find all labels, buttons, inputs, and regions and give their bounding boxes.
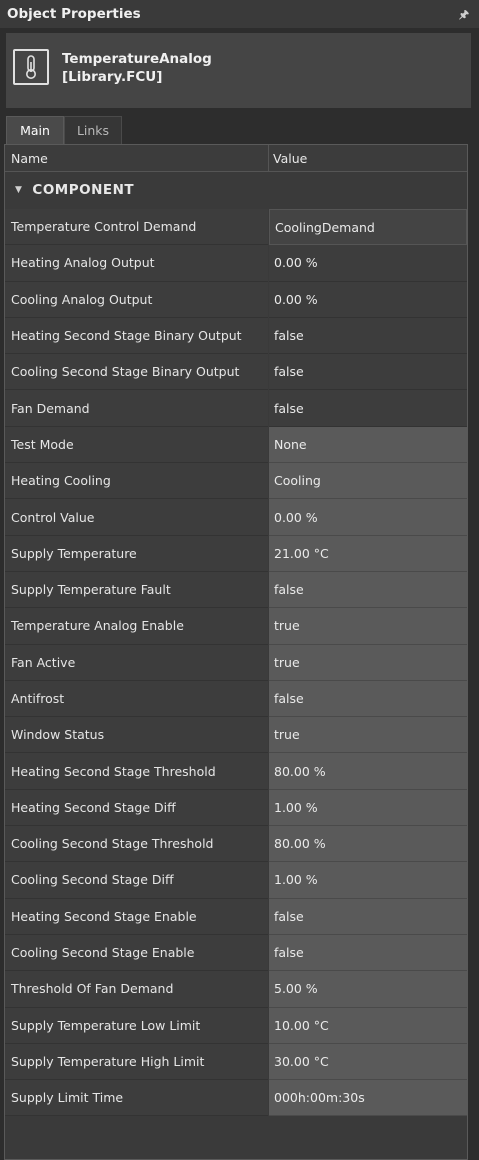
- property-value[interactable]: 1.00 %: [269, 789, 467, 827]
- property-name: Fan Active: [5, 644, 268, 681]
- property-value[interactable]: true: [269, 717, 467, 754]
- property-name: Supply Temperature Low Limit: [5, 1007, 268, 1044]
- property-value[interactable]: 10.00 °C: [269, 1007, 467, 1044]
- grid-header: Name Value: [5, 145, 467, 172]
- property-name: Heating Second Stage Diff: [5, 789, 268, 827]
- tab-main[interactable]: Main: [6, 116, 64, 144]
- property-name: Cooling Second Stage Threshold: [5, 826, 268, 863]
- property-row[interactable]: Test Mode None: [5, 426, 467, 464]
- property-value[interactable]: false: [269, 898, 467, 935]
- property-value[interactable]: 1.00 %: [269, 862, 467, 899]
- property-name: Temperature Control Demand: [5, 209, 268, 246]
- property-name: Test Mode: [5, 426, 268, 464]
- property-name: Supply Temperature: [5, 535, 268, 572]
- property-value: 0.00 %: [269, 245, 467, 282]
- property-value[interactable]: 5.00 %: [269, 971, 467, 1008]
- property-value: false: [269, 317, 467, 355]
- property-value: false: [269, 390, 467, 427]
- property-row[interactable]: Heating Analog Output 0.00 %: [5, 245, 467, 282]
- property-value[interactable]: true: [269, 608, 467, 645]
- column-header-value[interactable]: Value: [273, 151, 307, 166]
- property-value[interactable]: 000h:00m:30s: [269, 1080, 467, 1117]
- property-name: Heating Cooling: [5, 463, 268, 500]
- property-row[interactable]: Antifrost false: [5, 680, 467, 718]
- property-name: Cooling Second Stage Enable: [5, 934, 268, 972]
- property-name: Heating Analog Output: [5, 245, 268, 282]
- property-name: Cooling Second Stage Diff: [5, 862, 268, 899]
- property-row[interactable]: Heating Second Stage Diff 1.00 %: [5, 789, 467, 827]
- category-component[interactable]: ▼ COMPONENT: [5, 172, 467, 208]
- object-properties-panel: Object Properties 🖈 TemperatureAnalog [L…: [0, 0, 479, 1160]
- chevron-down-icon[interactable]: ▼: [15, 185, 22, 195]
- property-row[interactable]: Cooling Second Stage Diff 1.00 %: [5, 862, 467, 899]
- property-row[interactable]: Threshold Of Fan Demand 5.00 %: [5, 971, 467, 1008]
- property-name: Heating Second Stage Threshold: [5, 753, 268, 790]
- property-row[interactable]: Supply Temperature Fault false: [5, 571, 467, 609]
- property-name: Cooling Second Stage Binary Output: [5, 354, 268, 391]
- property-value[interactable]: false: [269, 934, 467, 972]
- property-row[interactable]: Window Status true: [5, 717, 467, 754]
- property-row[interactable]: Cooling Second Stage Enable false: [5, 934, 467, 972]
- property-row[interactable]: Supply Temperature 21.00 °C: [5, 535, 467, 572]
- column-header-name[interactable]: Name: [11, 151, 48, 166]
- property-value[interactable]: Cooling: [269, 463, 467, 500]
- property-name: Supply Temperature High Limit: [5, 1043, 268, 1081]
- property-row[interactable]: Heating Second Stage Enable false: [5, 898, 467, 935]
- property-value[interactable]: None: [269, 426, 467, 464]
- property-value: 0.00 %: [269, 281, 467, 318]
- property-row[interactable]: Supply Temperature Low Limit 10.00 °C: [5, 1007, 467, 1044]
- property-value[interactable]: 30.00 °C: [269, 1043, 467, 1081]
- category-label: COMPONENT: [32, 182, 135, 198]
- property-value[interactable]: false: [269, 680, 467, 718]
- property-row[interactable]: Temperature Control Demand CoolingDemand: [5, 209, 467, 246]
- property-name: Heating Second Stage Binary Output: [5, 317, 268, 355]
- property-rows: Temperature Control Demand CoolingDemand H…: [5, 209, 467, 1117]
- property-grid: Name Value ▼ COMPONENT Temperature Contr…: [4, 144, 468, 1160]
- property-row[interactable]: Supply Limit Time 000h:00m:30s: [5, 1080, 467, 1117]
- property-name: Threshold Of Fan Demand: [5, 971, 268, 1008]
- property-name: Supply Temperature Fault: [5, 571, 268, 609]
- property-name: Supply Limit Time: [5, 1080, 268, 1117]
- tab-links[interactable]: Links: [64, 116, 122, 144]
- property-row[interactable]: Heating Cooling Cooling: [5, 463, 467, 500]
- property-name: Heating Second Stage Enable: [5, 898, 268, 935]
- thermometer-icon: [13, 49, 49, 85]
- object-header: TemperatureAnalog [Library.FCU]: [6, 33, 471, 108]
- panel-titlebar: Object Properties 🖈: [0, 0, 479, 28]
- property-row[interactable]: Cooling Analog Output 0.00 %: [5, 281, 467, 318]
- property-row[interactable]: Cooling Second Stage Threshold 80.00 %: [5, 826, 467, 863]
- property-value[interactable]: 21.00 °C: [269, 535, 467, 572]
- property-row[interactable]: Heating Second Stage Threshold 80.00 %: [5, 753, 467, 790]
- property-value[interactable]: 80.00 %: [269, 753, 467, 790]
- panel-title: Object Properties: [7, 6, 141, 22]
- object-library: [Library.FCU]: [62, 69, 163, 85]
- object-type: TemperatureAnalog: [62, 51, 212, 67]
- grid-footer: [5, 1129, 467, 1159]
- property-name: Window Status: [5, 717, 268, 754]
- property-value[interactable]: 0.00 %: [269, 499, 467, 536]
- property-value: false: [269, 354, 467, 391]
- property-value[interactable]: 80.00 %: [269, 826, 467, 863]
- property-row[interactable]: Temperature Analog Enable true: [5, 608, 467, 645]
- pin-icon[interactable]: 🖈: [459, 6, 469, 25]
- property-row[interactable]: Control Value 0.00 %: [5, 499, 467, 536]
- property-name: Control Value: [5, 499, 268, 536]
- property-row[interactable]: Supply Temperature High Limit 30.00 °C: [5, 1043, 467, 1081]
- property-name: Temperature Analog Enable: [5, 608, 268, 645]
- property-row[interactable]: Fan Active true: [5, 644, 467, 681]
- property-row[interactable]: Cooling Second Stage Binary Output false: [5, 354, 467, 391]
- property-name: Fan Demand: [5, 390, 268, 427]
- property-value[interactable]: false: [269, 571, 467, 609]
- property-row[interactable]: Heating Second Stage Binary Output false: [5, 317, 467, 355]
- property-value[interactable]: true: [269, 644, 467, 681]
- property-name: Cooling Analog Output: [5, 281, 268, 318]
- object-name: TemperatureAnalog [Library.FCU]: [62, 50, 212, 86]
- property-row[interactable]: Fan Demand false: [5, 390, 467, 427]
- property-name: Antifrost: [5, 680, 268, 718]
- property-value[interactable]: CoolingDemand: [269, 209, 467, 246]
